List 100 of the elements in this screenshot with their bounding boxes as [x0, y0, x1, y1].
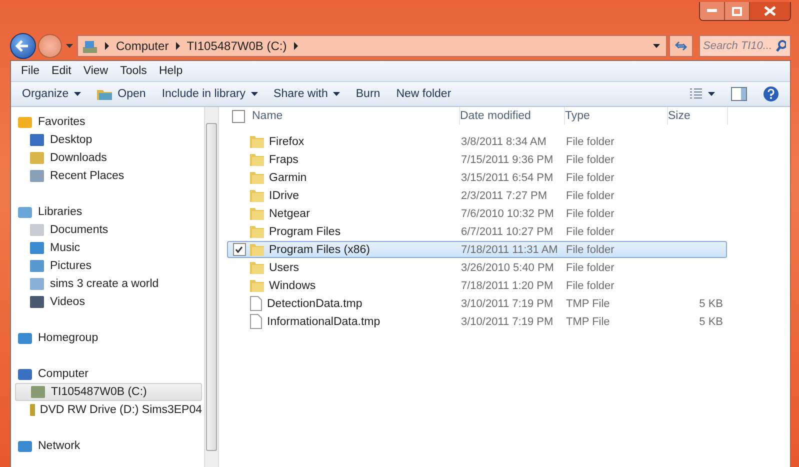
minimize-icon	[707, 9, 717, 13]
type-cell-text: File folder	[566, 154, 616, 166]
type-cell-text: File folder	[566, 226, 616, 238]
folder-icon	[96, 88, 113, 100]
file-name: Program Files (x86)	[269, 244, 370, 256]
file-row[interactable]: Garmin 3/15/2011 6:54 PM File folder	[227, 169, 727, 186]
toolbar-button[interactable]: New folder	[391, 86, 456, 102]
menu-item[interactable]: View	[79, 65, 112, 77]
date-cell-text: 7/18/2011 1:20 PM	[461, 280, 554, 292]
file-name: Firefox	[269, 136, 304, 148]
nav-group[interactable]: Network	[11, 437, 204, 455]
breadcrumb[interactable]: Computer	[116, 39, 169, 53]
nav-item[interactable]: Videos	[15, 293, 202, 311]
folder-icon	[250, 224, 264, 238]
caret-icon	[250, 92, 258, 96]
type-cell-text: File folder	[566, 190, 616, 202]
address-bar[interactable]: Computer TI105487W0B (C:)	[77, 35, 667, 57]
nav-icon	[29, 133, 45, 147]
file-row[interactable]: Windows 7/18/2011 1:20 PM File folder	[227, 277, 727, 294]
nav-item[interactable]: Pictures	[15, 257, 202, 275]
refresh-button[interactable]	[669, 35, 693, 57]
folder-icon	[250, 260, 264, 274]
minimize-button[interactable]	[700, 2, 725, 20]
menu-item[interactable]: Help	[154, 65, 187, 77]
file-row[interactable]: Program Files (x86) 7/18/2011 11:31 AM File folder	[227, 241, 727, 258]
pane-icon	[731, 87, 747, 101]
nav-item[interactable]: TI105487W0B (C:)	[15, 383, 202, 401]
refresh-icon	[674, 40, 688, 52]
nav-item[interactable]: Desktop	[15, 131, 202, 149]
maximize-icon	[732, 6, 742, 16]
back-button[interactable]	[10, 33, 36, 59]
toolbar-button[interactable]: Burn	[350, 86, 386, 102]
nav-icon	[17, 367, 33, 381]
search-box[interactable]: Search TI10...	[699, 35, 791, 57]
nav-icon	[29, 277, 45, 291]
date-cell-text: 3/8/2011 8:34 AM	[461, 136, 548, 148]
row-checkbox[interactable]	[232, 243, 246, 256]
chevron-icon[interactable]	[104, 42, 110, 50]
column-header[interactable]: Date modified	[460, 107, 565, 125]
type-cell-text: File folder	[566, 208, 616, 220]
select-all-checkbox[interactable]	[232, 110, 244, 122]
breadcrumb[interactable]: TI105487W0B (C:)	[186, 39, 287, 53]
type-cell-text: File folder	[566, 244, 616, 256]
nav-icon	[29, 403, 35, 417]
nav-icon	[29, 169, 45, 183]
file-name: Netgear	[269, 208, 310, 220]
column-header[interactable]: Type	[565, 107, 668, 125]
toolbar-button[interactable]: Share with	[268, 86, 345, 102]
file-row[interactable]: Fraps 7/15/2011 9:36 PM File folder	[227, 151, 727, 168]
menu-item[interactable]: Edit	[48, 65, 76, 77]
nav-group[interactable]: Libraries	[11, 203, 204, 221]
nav-group[interactable]: Homegroup	[11, 329, 204, 347]
file-row[interactable]: DetectionData.tmp 3/10/2011 7:19 PM TMP File 5 KB	[227, 295, 727, 312]
file-row[interactable]: IDrive 2/3/2011 7:27 PM File folder	[227, 187, 727, 204]
toolbar-button[interactable]: Organize	[17, 86, 86, 102]
nav-icon	[29, 295, 45, 309]
menu-item[interactable]: Tools	[116, 65, 151, 77]
toolbar-button[interactable]: Open	[92, 86, 151, 102]
file-icon	[250, 314, 262, 329]
nav-item[interactable]: DVD RW Drive (D:) Sims3EP04	[15, 401, 202, 419]
scrollbar[interactable]	[204, 107, 218, 467]
chevron-icon[interactable]	[174, 42, 181, 50]
nav-icon	[17, 115, 33, 129]
maximize-button[interactable]	[725, 2, 750, 20]
nav-item[interactable]: Recent Places	[15, 167, 202, 185]
search-field[interactable]: Search TI10...	[700, 38, 776, 54]
file-row[interactable]: InformationalData.tmp 3/10/2011 7:19 PM TMP File 5 KB	[227, 313, 727, 330]
close-button[interactable]	[750, 2, 790, 20]
nav-item[interactable]: sims 3 create a world	[15, 275, 202, 293]
column-header[interactable]: Name	[249, 107, 460, 125]
date-cell-text: 7/15/2011 9:36 PM	[461, 154, 554, 166]
file-row[interactable]: Firefox 3/8/2011 8:34 AM File folder	[227, 133, 727, 150]
chevron-icon[interactable]	[292, 42, 299, 50]
file-name: Garmin	[269, 172, 307, 184]
nav-item[interactable]: Documents	[15, 221, 202, 239]
nav-item[interactable]: Music	[15, 239, 202, 257]
file-row[interactable]: Users 3/26/2010 5:40 PM File folder	[227, 259, 727, 276]
nav-item[interactable]: Downloads	[15, 149, 202, 167]
menu-item[interactable]: File	[17, 65, 44, 77]
file-row[interactable]: Program Files 6/7/2011 10:27 PM File folder	[227, 223, 727, 240]
file-name: Users	[269, 262, 300, 274]
toolbar-button[interactable]: Include in library	[156, 86, 263, 102]
column-header[interactable]: Size	[668, 107, 728, 125]
list-icon	[689, 88, 703, 100]
folder-icon	[250, 206, 264, 220]
folder-icon	[250, 134, 264, 148]
nav-icon	[29, 241, 45, 255]
nav-group[interactable]: Computer	[11, 365, 204, 383]
size-cell: 5 KB	[699, 316, 723, 328]
caret-icon	[708, 92, 715, 96]
type-cell-text: File folder	[566, 280, 616, 292]
nav-group[interactable]: Favorites	[11, 113, 204, 131]
file-row[interactable]: Netgear 7/6/2010 10:32 PM File folder	[227, 205, 727, 222]
date-cell-text: 3/15/2011 6:54 PM	[461, 172, 554, 184]
search-icon	[776, 40, 786, 52]
type-cell-text: TMP File	[566, 298, 611, 310]
size-cell: 5 KB	[699, 298, 723, 310]
folder-icon	[250, 242, 264, 256]
caret-icon[interactable]	[653, 44, 660, 48]
date-cell-text: 6/7/2011 10:27 PM	[461, 226, 554, 238]
